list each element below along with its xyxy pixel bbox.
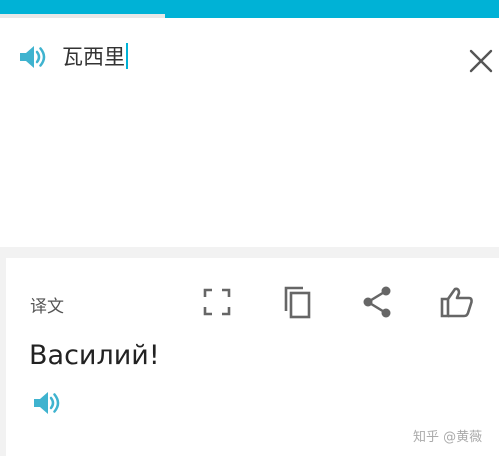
speaker-icon[interactable] <box>32 390 62 416</box>
source-text: 瓦西里 <box>62 45 125 69</box>
text-caret <box>126 43 128 69</box>
speaker-icon[interactable] <box>18 44 48 70</box>
translated-text: Василий! <box>29 340 160 371</box>
like-button[interactable] <box>437 282 477 322</box>
copy-button[interactable] <box>277 282 317 322</box>
source-input-panel[interactable]: 瓦西里 <box>0 18 499 247</box>
translation-result-card: 译文 Василий! 知乎 @黄薇 <box>6 258 499 456</box>
translation-label: 译文 <box>30 297 64 317</box>
share-button[interactable] <box>357 282 397 322</box>
watermark: 知乎 @黄薇 <box>413 430 483 445</box>
thumbs-up-icon <box>440 287 473 318</box>
source-text-input[interactable]: 瓦西里 <box>62 42 128 72</box>
fullscreen-button[interactable] <box>197 282 237 322</box>
top-app-bar <box>0 0 499 18</box>
copy-icon <box>284 286 311 319</box>
share-icon <box>363 286 391 318</box>
close-icon[interactable] <box>468 48 494 74</box>
fullscreen-icon <box>203 288 231 316</box>
